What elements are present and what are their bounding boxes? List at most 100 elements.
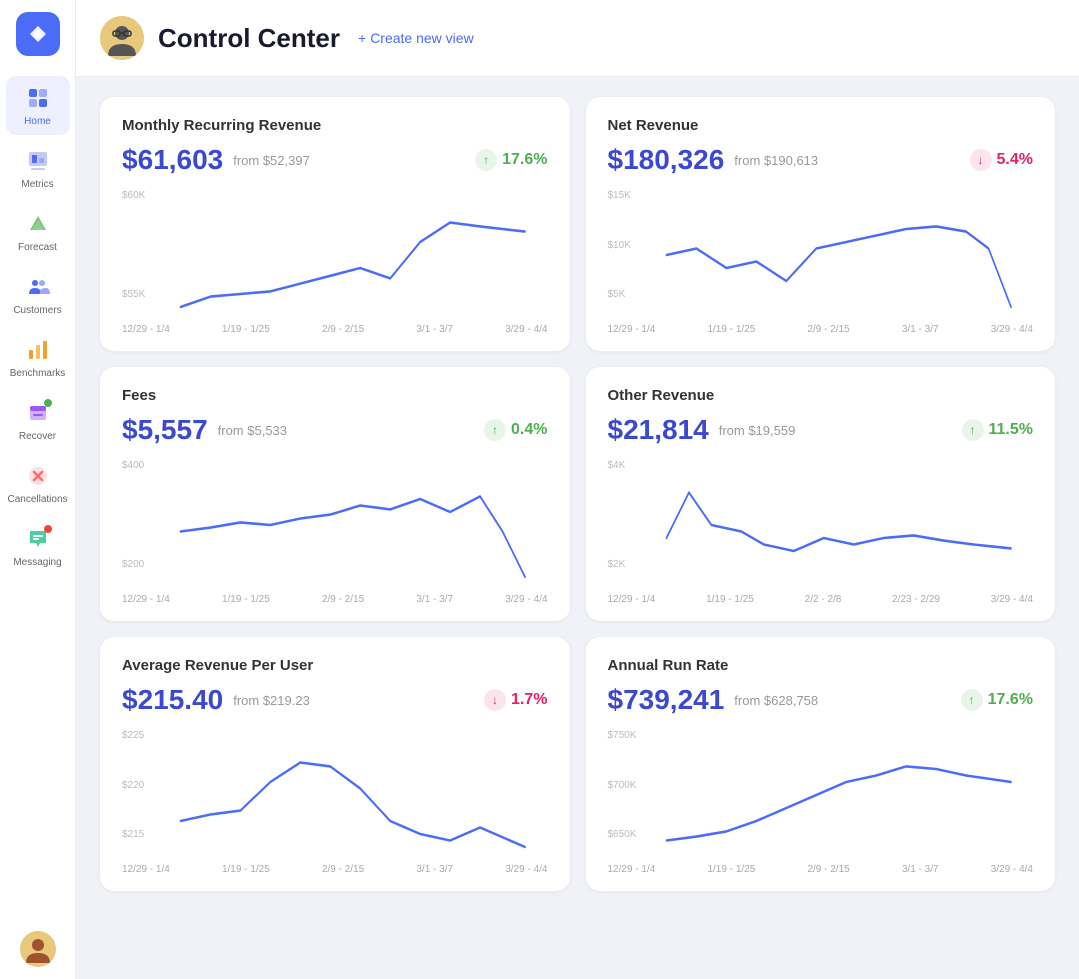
- card-value-row: $21,814 from $19,559 ↑ 11.5%: [608, 414, 1034, 446]
- messaging-icon: [24, 525, 52, 553]
- line-chart-svg: [608, 730, 1034, 860]
- create-new-view-label: Create new view: [370, 30, 474, 46]
- sidebar-item-cancellations[interactable]: Cancellations: [6, 454, 70, 513]
- line-chart-svg: [608, 460, 1034, 590]
- sidebar-item-recover[interactable]: Recover: [6, 391, 70, 450]
- x-axis-labels: 12/29 - 1/41/19 - 1/252/9 - 2/153/1 - 3/…: [122, 324, 548, 335]
- x-axis-label: 2/9 - 2/15: [322, 864, 364, 875]
- line-chart-svg: [122, 190, 548, 320]
- sidebar-item-label: Cancellations: [7, 494, 67, 505]
- page-header: Control Center + Create new view: [76, 0, 1079, 77]
- sidebar-item-forecast[interactable]: Forecast: [6, 202, 70, 261]
- x-axis-label: 1/19 - 1/25: [707, 864, 755, 875]
- chart-container: $60K$55K: [122, 190, 548, 320]
- x-axis-labels: 12/29 - 1/4 1/19 - 1/25 2/9 - 2/15 3/1 - 3/…: [122, 864, 548, 875]
- x-axis-label: 2/23 - 2/29: [892, 594, 940, 605]
- x-axis-label: 3/1 - 3/7: [416, 864, 453, 875]
- card-main-value: $739,241: [608, 684, 725, 716]
- card-other_revenue: Other Revenue $21,814 from $19,559 ↑ 11.…: [586, 367, 1056, 621]
- line-chart-svg: [608, 190, 1034, 320]
- x-axis-labels: 12/29 - 1/41/19 - 1/252/2 - 2/82/23 - 2/…: [608, 594, 1034, 605]
- trend-percentage: 11.5%: [989, 421, 1033, 439]
- card-value-row: $61,603 from $52,397 ↑ 17.6%: [122, 144, 548, 176]
- x-axis-label: 3/29 - 4/4: [505, 594, 547, 605]
- benchmarks-icon: [24, 336, 52, 364]
- card-value-row: $739,241 from $628,758 ↑ 17.6%: [608, 684, 1034, 716]
- card-net_revenue: Net Revenue $180,326 from $190,613 ↓ 5.4…: [586, 97, 1056, 351]
- card-from-value: from $628,758: [734, 693, 818, 708]
- sidebar-item-metrics[interactable]: Metrics: [6, 139, 70, 198]
- app-logo[interactable]: [16, 12, 60, 56]
- card-badge: ↓ 5.4%: [970, 149, 1033, 171]
- sidebar-item-customers[interactable]: Customers: [6, 265, 70, 324]
- card-fees: Fees $5,557 from $5,533 ↑ 0.4% $400$200 …: [100, 367, 570, 621]
- x-axis-label: 2/9 - 2/15: [807, 324, 849, 335]
- trend-percentage: 1.7%: [511, 691, 547, 709]
- x-axis-label: 1/19 - 1/25: [222, 594, 270, 605]
- x-axis-label: 12/29 - 1/4: [122, 324, 170, 335]
- plus-icon: +: [358, 30, 366, 46]
- trend-arrow-icon: ↑: [961, 689, 983, 711]
- cancellations-icon: [24, 462, 52, 490]
- x-axis-label: 3/1 - 3/7: [902, 864, 939, 875]
- x-axis-label: 1/19 - 1/25: [222, 864, 270, 875]
- card-main-value: $215.40: [122, 684, 223, 716]
- user-avatar[interactable]: [20, 931, 56, 967]
- sidebar-item-benchmarks[interactable]: Benchmarks: [6, 328, 70, 387]
- main-content: Control Center + Create new view Monthly…: [76, 0, 1079, 979]
- x-axis-labels: 12/29 - 1/41/19 - 1/252/9 - 2/153/1 - 3/…: [608, 324, 1034, 335]
- x-axis-label: 12/29 - 1/4: [122, 864, 170, 875]
- create-new-view-button[interactable]: + Create new view: [358, 30, 474, 46]
- trend-percentage: 17.6%: [502, 151, 547, 169]
- card-title: Other Revenue: [608, 387, 1034, 404]
- x-axis-label: 12/29 - 1/4: [608, 594, 656, 605]
- card-main-value: $5,557: [122, 414, 208, 446]
- x-axis-label: 3/29 - 4/4: [991, 864, 1033, 875]
- card-title: Net Revenue: [608, 117, 1034, 134]
- card-value-row: $180,326 from $190,613 ↓ 5.4%: [608, 144, 1034, 176]
- chart-container: $15K$10K$5K: [608, 190, 1034, 320]
- sidebar-item-label: Forecast: [18, 242, 57, 253]
- card-from-value: from $52,397: [233, 153, 310, 168]
- sidebar-item-messaging[interactable]: Messaging: [6, 517, 70, 576]
- card-main-value: $180,326: [608, 144, 725, 176]
- x-axis-label: 12/29 - 1/4: [608, 864, 656, 875]
- x-axis-label: 3/1 - 3/7: [902, 324, 939, 335]
- x-axis-label: 12/29 - 1/4: [608, 324, 656, 335]
- card-title: Annual Run Rate: [608, 657, 1034, 674]
- sidebar-item-home[interactable]: Home: [6, 76, 70, 135]
- x-axis-label: 1/19 - 1/25: [222, 324, 270, 335]
- chart-container: $750K$700K$650K: [608, 730, 1034, 860]
- x-axis-label: 2/9 - 2/15: [322, 324, 364, 335]
- x-axis-label: 3/29 - 4/4: [991, 594, 1033, 605]
- trend-arrow-icon: ↑: [962, 419, 984, 441]
- recover-icon: [24, 399, 52, 427]
- x-axis-label: 3/1 - 3/7: [416, 594, 453, 605]
- sidebar-item-label: Customers: [13, 305, 61, 316]
- card-title: Monthly Recurring Revenue: [122, 117, 548, 134]
- card-value-row: $215.40 from $219.23 ↓ 1.7%: [122, 684, 548, 716]
- x-axis-label: 2/9 - 2/15: [807, 864, 849, 875]
- card-title: Fees: [122, 387, 548, 404]
- x-axis-label: 1/19 - 1/25: [706, 594, 754, 605]
- card-badge: ↑ 0.4%: [484, 419, 547, 441]
- card-badge: ↑ 17.6%: [475, 149, 547, 171]
- card-from-value: from $190,613: [734, 153, 818, 168]
- sidebar-item-label: Recover: [19, 431, 56, 442]
- card-mrr: Monthly Recurring Revenue $61,603 from $…: [100, 97, 570, 351]
- header-avatar: [100, 16, 144, 60]
- home-icon: [24, 84, 52, 112]
- card-main-value: $21,814: [608, 414, 709, 446]
- page-title: Control Center: [158, 23, 340, 54]
- metrics-grid: Monthly Recurring Revenue $61,603 from $…: [100, 97, 1055, 891]
- x-axis-label: 3/29 - 4/4: [505, 324, 547, 335]
- card-badge: ↑ 17.6%: [961, 689, 1033, 711]
- card-title: Average Revenue Per User: [122, 657, 548, 674]
- x-axis-label: 2/9 - 2/15: [322, 594, 364, 605]
- line-chart-svg: [122, 730, 548, 860]
- card-from-value: from $19,559: [719, 423, 796, 438]
- chart-container: $225$220$215: [122, 730, 548, 860]
- sidebar-item-label: Messaging: [13, 557, 61, 568]
- trend-percentage: 17.6%: [988, 691, 1033, 709]
- trend-arrow-icon: ↓: [484, 689, 506, 711]
